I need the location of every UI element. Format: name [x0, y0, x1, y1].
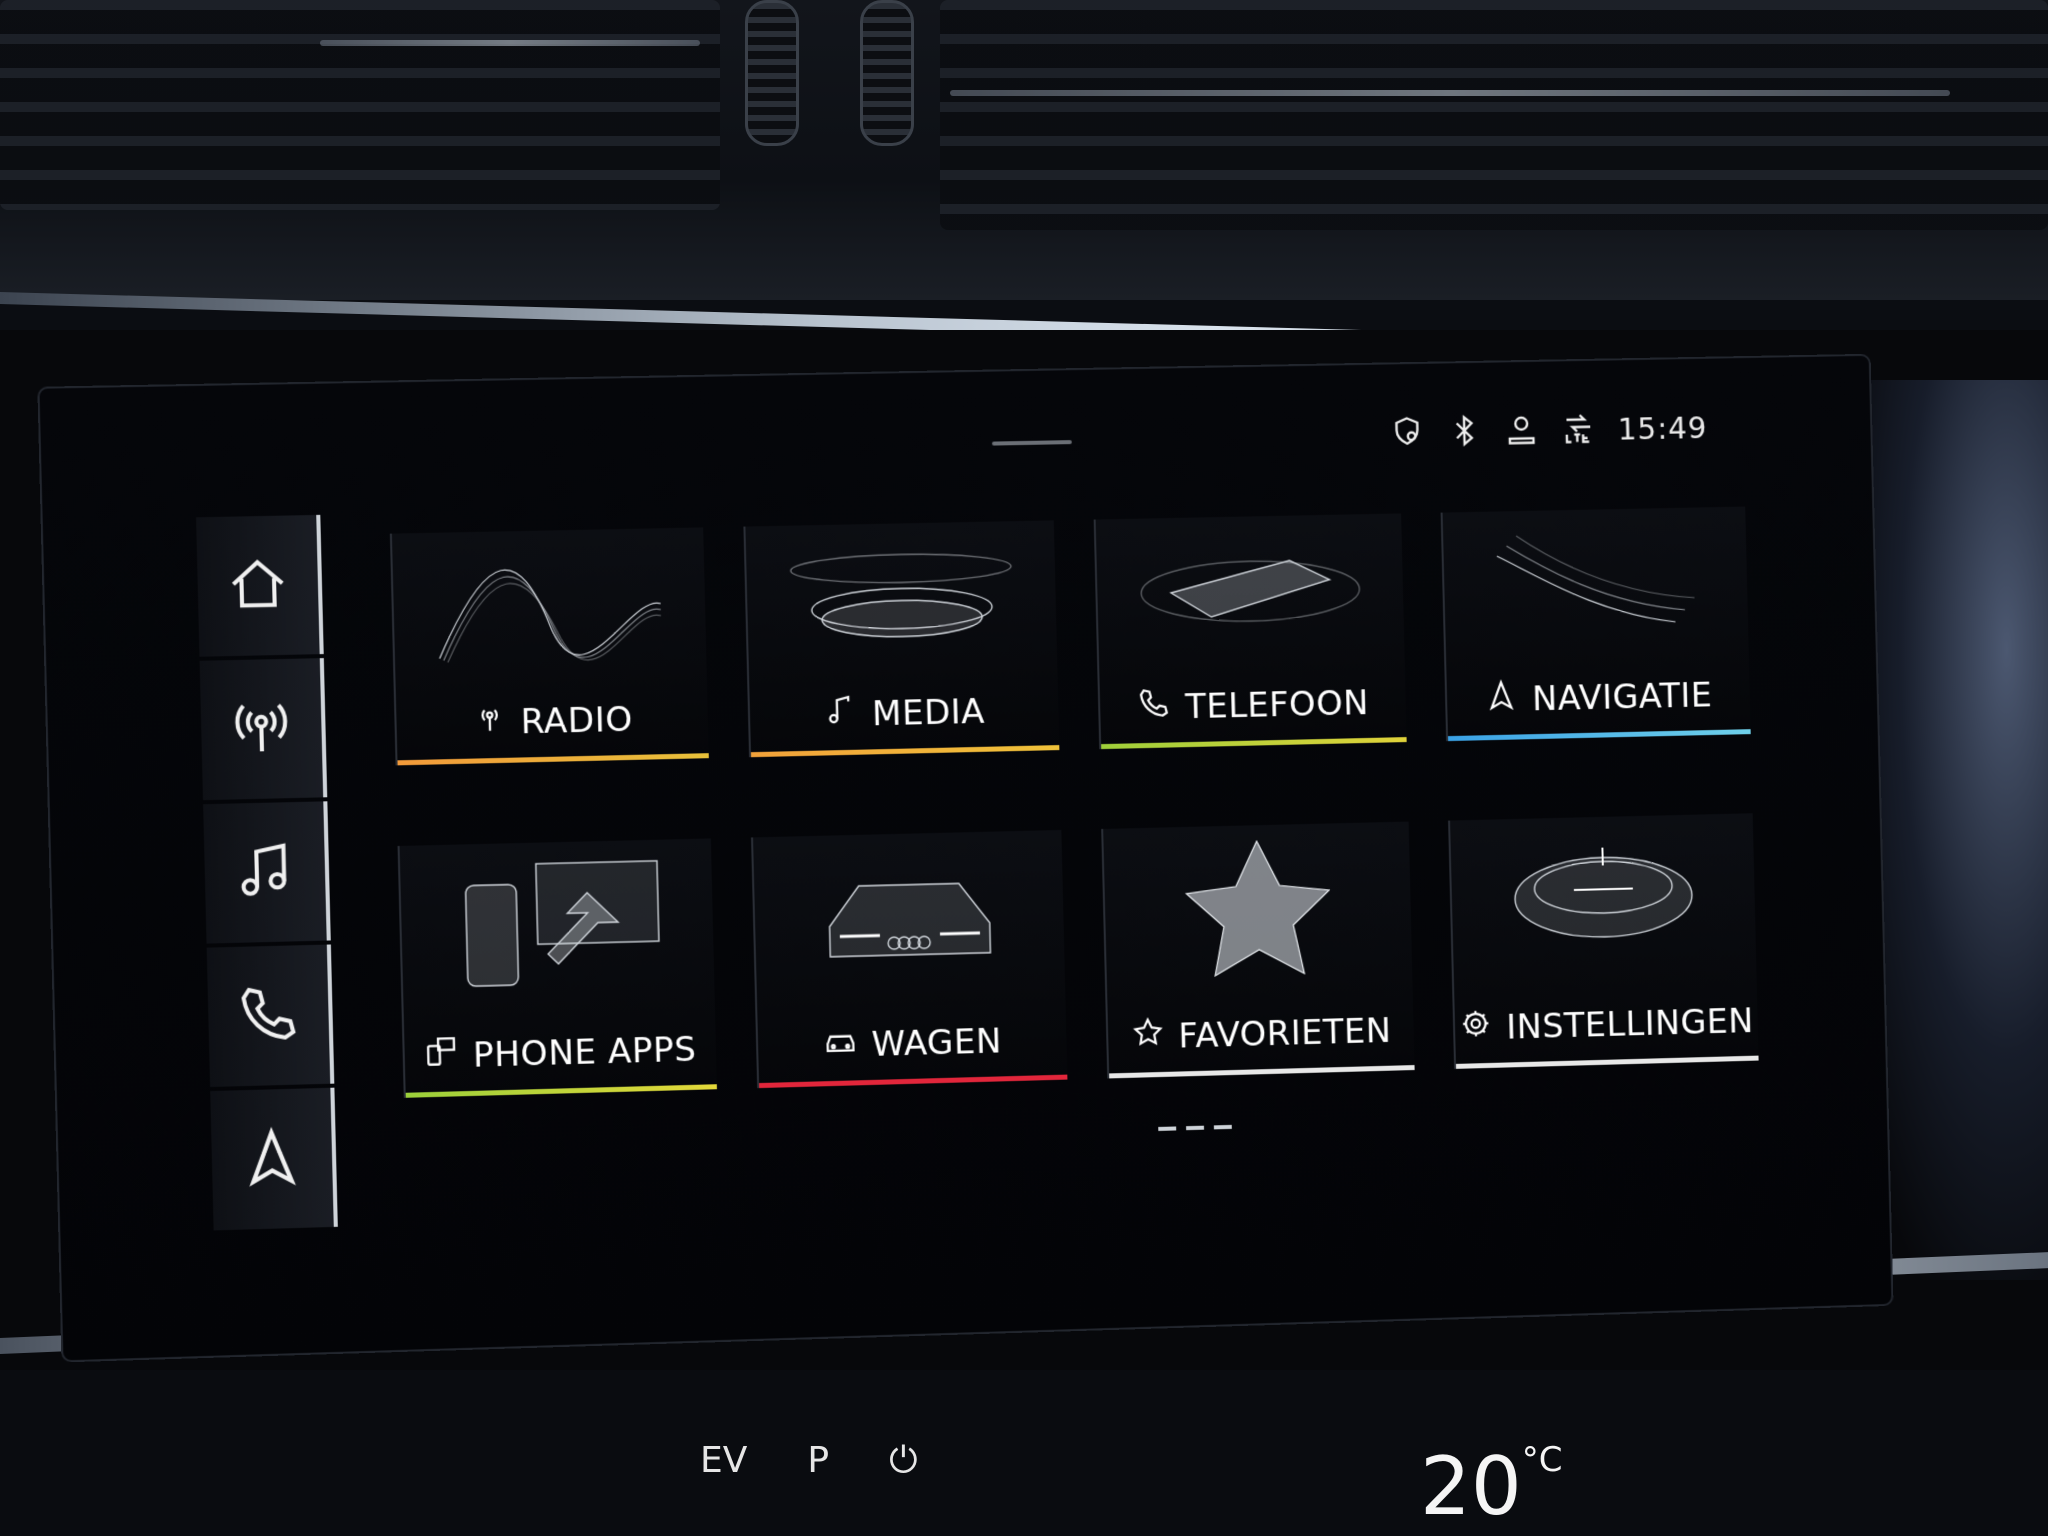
sidebar-item-home[interactable]: [196, 515, 324, 657]
star-art: [1103, 822, 1412, 992]
temperature-value: 20: [1420, 1440, 1522, 1533]
temperature-unit: °C: [1522, 1440, 1563, 1480]
temperature-readout[interactable]: 20°C: [1420, 1440, 1563, 1533]
navigation-arrow-icon: [1484, 678, 1519, 721]
settings-knob-art: [1450, 813, 1756, 982]
tile-media[interactable]: MEDIA: [743, 520, 1059, 757]
user-icon: [1503, 411, 1539, 451]
media-disc-art: [745, 520, 1057, 676]
tile-instellingen[interactable]: INSTELLINGEN: [1448, 813, 1759, 1069]
radio-wave-art: [392, 527, 707, 684]
page-dot: [1186, 1126, 1204, 1130]
tile-telefoon-label: TELEFOON: [1185, 683, 1370, 727]
radio-antenna-icon: [472, 700, 507, 744]
tile-instellingen-label: INSTELLINGEN: [1506, 1001, 1754, 1047]
status-bar: 15:49: [1389, 408, 1708, 454]
tile-label: NAVIGATIE: [1447, 673, 1751, 736]
climate-ev-label[interactable]: EV: [700, 1440, 747, 1482]
power-icon[interactable]: ⏻: [889, 1440, 917, 1482]
music-note-icon: [232, 837, 299, 907]
clock: 15:49: [1617, 411, 1708, 447]
sidebar-item-music[interactable]: [203, 801, 331, 943]
pull-down-handle[interactable]: [992, 440, 1072, 446]
car-front-art: [753, 830, 1065, 1000]
tile-label: FAVORIETEN: [1108, 1008, 1415, 1073]
tile-label: RADIO: [396, 696, 709, 760]
tile-phone-apps-label: PHONE APPS: [472, 1029, 697, 1075]
vent-trim: [320, 40, 700, 46]
music-note-icon: [823, 693, 858, 737]
climate-panel: [0, 1370, 2048, 1536]
air-vent-left: [0, 0, 720, 210]
home-icon: [224, 551, 291, 621]
tile-favorieten-label: FAVORIETEN: [1178, 1010, 1392, 1056]
shield-location-icon: [1389, 414, 1426, 454]
app-grid: RADIO MEDIA TELEFOON NAVIGATIE PHONE APP…: [390, 506, 1778, 1098]
radio-antenna-icon: [228, 694, 295, 764]
tile-telefoon[interactable]: TELEFOON: [1094, 513, 1407, 749]
tile-label: INSTELLINGEN: [1455, 999, 1759, 1064]
infotainment-screen: 15:49 RADIO MEDIA TELEFOON NAVIGATIE PHO…: [37, 354, 1893, 1363]
car-icon: [823, 1023, 858, 1067]
tile-media-label: MEDIA: [872, 691, 986, 734]
tile-wagen[interactable]: WAGEN: [751, 830, 1067, 1088]
tile-label: PHONE APPS: [404, 1027, 717, 1093]
climate-p-label[interactable]: P: [807, 1440, 829, 1482]
tile-radio[interactable]: RADIO: [390, 527, 709, 765]
navigation-road-art: [1443, 507, 1749, 662]
lte-signal-icon: [1560, 410, 1596, 450]
tile-radio-label: RADIO: [520, 699, 633, 742]
sidebar-item-phone[interactable]: [207, 944, 335, 1087]
page-dot: [1158, 1126, 1176, 1130]
tile-wagen-label: WAGEN: [871, 1021, 1002, 1065]
tile-label: MEDIA: [750, 688, 1060, 752]
gear-icon: [1459, 1006, 1494, 1050]
page-indicator[interactable]: [1158, 1125, 1232, 1131]
bluetooth-icon: [1446, 412, 1482, 452]
phone-icon: [235, 981, 302, 1051]
vent-wheel-left[interactable]: [745, 0, 799, 146]
tile-navigatie-label: NAVIGATIE: [1532, 675, 1713, 719]
climate-controls: EV P ⏻: [700, 1440, 918, 1482]
tile-label: WAGEN: [758, 1018, 1068, 1083]
phone-icon: [1137, 686, 1172, 730]
phone-apps-icon: [424, 1034, 460, 1078]
vent-trim: [950, 90, 1950, 96]
tile-label: TELEFOON: [1100, 680, 1407, 744]
navigation-arrow-icon: [239, 1124, 306, 1194]
side-navigation: [196, 515, 336, 1235]
tile-phone-apps[interactable]: PHONE APPS: [398, 838, 717, 1097]
air-vent-right: [940, 0, 2048, 230]
page-dot: [1214, 1125, 1232, 1129]
phone-device-art: [1096, 513, 1405, 668]
tile-navigatie[interactable]: NAVIGATIE: [1441, 507, 1751, 742]
phone-apps-art: [400, 838, 715, 1009]
tile-favorieten[interactable]: FAVORIETEN: [1101, 822, 1414, 1079]
sidebar-item-radio[interactable]: [200, 658, 328, 800]
star-icon: [1130, 1015, 1165, 1059]
vent-wheel-right[interactable]: [860, 0, 914, 146]
sidebar-item-navigation[interactable]: [210, 1088, 338, 1231]
